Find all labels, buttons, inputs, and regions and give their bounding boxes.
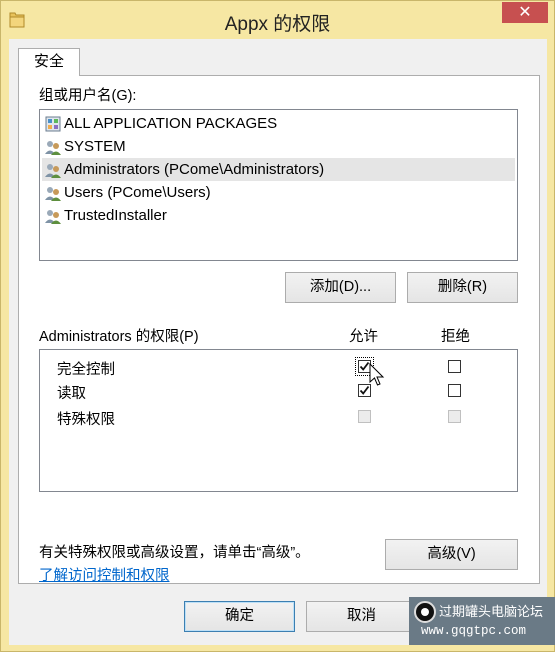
permissions-dialog: Appx 的权限 ✕ 安全 组或用户名(G): ALL APPLICATION … [0, 0, 555, 652]
user-group-icon [45, 210, 61, 224]
security-tab-panel: 组或用户名(G): ALL APPLICATION PACKAGES SYSTE… [18, 75, 540, 584]
close-button[interactable]: ✕ [502, 2, 548, 23]
read-deny-checkbox[interactable] [448, 384, 461, 397]
list-item-administrators[interactable]: Administrators (PCome\Administrators) [42, 158, 515, 181]
deny-column-header: 拒绝 [441, 329, 470, 345]
group-or-user-label: 组或用户名(G): [39, 88, 137, 104]
permission-label-special: 特殊权限 [57, 412, 115, 428]
principal-name: SYSTEM [64, 138, 126, 155]
allow-column-header: 允许 [349, 329, 378, 345]
watermark-logo-icon [414, 601, 436, 623]
site-watermark: 过期罐头电脑论坛 www.gqgtpc.com [409, 597, 555, 645]
list-item-all-application-packages[interactable]: ALL APPLICATION PACKAGES [42, 112, 515, 135]
watermark-url: www.gqgtpc.com [421, 624, 527, 638]
advanced-button[interactable]: 高级(V) [385, 539, 518, 570]
app-packages-icon [45, 116, 61, 132]
principals-list[interactable]: ALL APPLICATION PACKAGES SYSTEM Administ… [39, 109, 518, 261]
window-title: Appx 的权限 [224, 14, 331, 35]
principal-name: Users (PCome\Users) [64, 184, 211, 201]
list-item-users[interactable]: Users (PCome\Users) [42, 181, 515, 204]
remove-button[interactable]: 删除(R) [407, 272, 518, 303]
user-group-icon [45, 187, 61, 201]
full-control-deny-checkbox[interactable] [448, 360, 461, 373]
ok-button[interactable]: 确定 [184, 601, 295, 632]
add-button[interactable]: 添加(D)... [285, 272, 396, 303]
principal-name: ALL APPLICATION PACKAGES [64, 115, 278, 132]
mouse-pointer-icon [369, 363, 385, 386]
permission-label-read: 读取 [57, 386, 86, 402]
principal-name: Administrators (PCome\Administrators) [64, 161, 325, 178]
list-item-trustedinstaller[interactable]: TrustedInstaller [42, 204, 515, 227]
learn-access-control-link[interactable]: 了解访问控制和权限 [39, 564, 170, 585]
permission-label-full-control: 完全控制 [57, 362, 115, 378]
permissions-header: Administrators 的权限(P) [39, 329, 199, 345]
cancel-button[interactable]: 取消 [306, 601, 417, 632]
special-deny-checkbox [448, 410, 461, 423]
dialog-body: 安全 组或用户名(G): ALL APPLICATION PACKAGES SY… [9, 39, 547, 645]
user-group-icon [45, 164, 61, 178]
principal-name: TrustedInstaller [64, 207, 167, 224]
watermark-name: 过期罐头电脑论坛 [439, 604, 544, 619]
title-bar[interactable]: Appx 的权限 ✕ [1, 1, 554, 39]
advanced-note: 有关特殊权限或高级设置，请单击“高级”。 [39, 545, 310, 561]
list-item-system[interactable]: SYSTEM [42, 135, 515, 158]
special-allow-checkbox [358, 410, 371, 423]
tab-security[interactable]: 安全 [18, 48, 80, 76]
permissions-list: 完全控制 读取 特殊权限 [39, 349, 518, 492]
user-group-icon [45, 141, 61, 155]
